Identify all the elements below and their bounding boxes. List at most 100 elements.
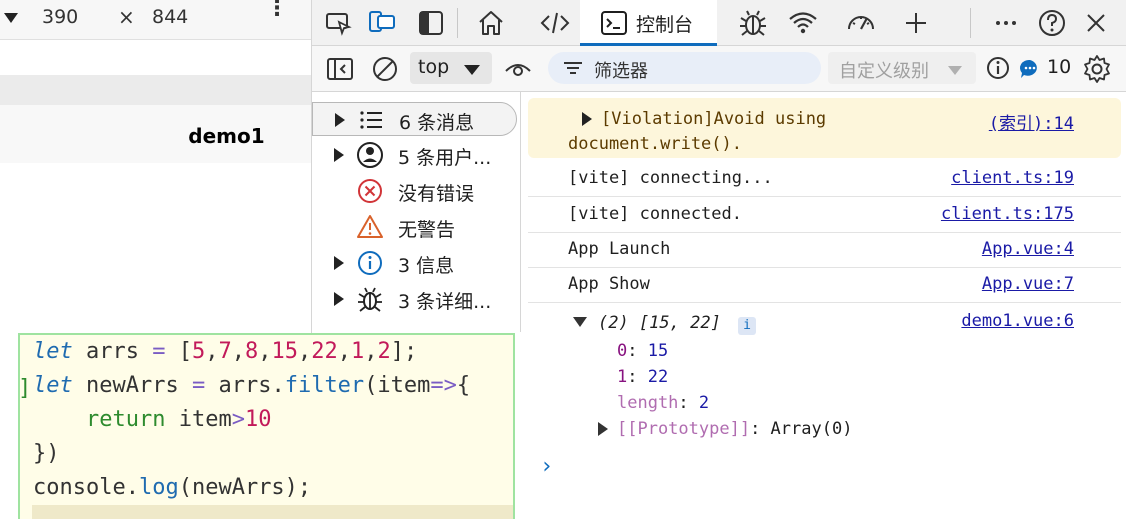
- array-key: length: [617, 393, 679, 413]
- inspect-element-icon[interactable]: [322, 7, 354, 39]
- array-value: 22: [647, 367, 669, 387]
- warning-icon: [356, 213, 384, 241]
- issues-count[interactable]: 10: [1047, 56, 1071, 78]
- status-bar: [0, 75, 311, 105]
- current-line-highlight: [32, 505, 513, 519]
- message-source-link[interactable]: App.vue:7: [982, 274, 1074, 294]
- sidebar-item-label: 无警告: [398, 219, 456, 241]
- sources-bug-icon[interactable]: [737, 7, 769, 39]
- message-source-link[interactable]: App.vue:4: [982, 239, 1074, 259]
- console-message: App Show App.vue:7: [528, 268, 1121, 303]
- device-emulation-icon[interactable]: [366, 7, 398, 39]
- array-key: 1: [617, 367, 628, 387]
- code-line: return item>10: [85, 407, 272, 432]
- message-source-link[interactable]: demo1.vue:6: [961, 311, 1074, 331]
- console-sidebar: 6 条消息 5 条用户... 没有错误 无警告 3 信息 3 条详细...: [312, 92, 521, 332]
- code-snippet-panel: ] let arrs = [5,7,8,15,22,1,2]; let newA…: [18, 333, 515, 519]
- bug-icon: [356, 285, 384, 313]
- issues-chat-icon[interactable]: [1017, 56, 1043, 82]
- dock-side-icon[interactable]: [415, 7, 447, 39]
- tab-console[interactable]: 控制台: [580, 0, 717, 46]
- device-top-spacer: [0, 41, 311, 75]
- live-expression-eye-icon[interactable]: [502, 53, 534, 85]
- message-source-link[interactable]: (索引):14: [989, 109, 1074, 134]
- filter-input-placeholder: 筛选器: [594, 61, 648, 82]
- device-height-input[interactable]: 844: [152, 6, 188, 28]
- prototype-value: Array(0): [770, 419, 853, 439]
- sidebar-item-messages[interactable]: 6 条消息: [312, 102, 517, 136]
- code-line: let newArrs = arrs.filter(item=>{: [33, 373, 471, 398]
- console-message: App Launch App.vue:4: [528, 233, 1121, 268]
- sidebar-item-label: 3 信息: [398, 255, 455, 277]
- sidebar-item-user-messages[interactable]: 5 条用户...: [312, 138, 517, 172]
- devtools-tab-bar: 控制台: [312, 0, 1126, 46]
- console-message-text: App Show: [568, 274, 650, 294]
- user-icon: [356, 141, 384, 169]
- chevron-down-icon: [948, 66, 962, 75]
- more-tools-icon[interactable]: [990, 7, 1022, 39]
- network-wifi-icon[interactable]: [787, 7, 819, 39]
- context-select[interactable]: top: [410, 52, 492, 84]
- message-source-link[interactable]: client.ts:175: [941, 204, 1074, 224]
- chevron-down-icon: [464, 65, 480, 75]
- sidebar-item-label: 3 条详细...: [398, 291, 492, 313]
- sidebar-item-label: 5 条用户...: [398, 147, 492, 169]
- code-line: }): [33, 441, 60, 466]
- message-source-link[interactable]: client.ts:19: [951, 168, 1074, 188]
- close-icon[interactable]: [1080, 7, 1112, 39]
- array-summary[interactable]: (2) [15, 22]: [598, 313, 721, 333]
- console-message: [vite] connected. client.ts:175: [528, 198, 1121, 233]
- console-icon: [598, 7, 630, 39]
- expand-caret-icon[interactable]: [334, 292, 344, 306]
- device-dropdown-arrow[interactable]: [4, 13, 18, 23]
- help-icon[interactable]: [1036, 7, 1068, 39]
- info-icon: [356, 249, 384, 277]
- console-filter-bar: top 筛选器 自定义级别 10: [312, 46, 1126, 92]
- sidebar-item-label: 没有错误: [398, 183, 475, 205]
- prototype-key: [[Prototype]]: [617, 419, 751, 439]
- settings-gear-icon[interactable]: [1081, 53, 1113, 85]
- violation-message[interactable]: [Violation]Avoid using document.write().…: [528, 98, 1121, 158]
- filter-input[interactable]: 筛选器: [548, 52, 821, 84]
- elements-code-icon[interactable]: [539, 7, 571, 39]
- code-line: let arrs = [5,7,8,15,22,1,2];: [33, 339, 418, 364]
- gutter-mark: ]: [18, 376, 32, 401]
- device-more-options-icon[interactable]: ⋮: [266, 0, 288, 20]
- log-level-select[interactable]: 自定义级别: [828, 52, 976, 84]
- console-message-text: [vite] connected.: [568, 204, 742, 224]
- expand-caret-icon[interactable]: [334, 148, 344, 162]
- error-icon: [356, 177, 384, 205]
- device-toolbar: 390 × 844 ⋮: [0, 0, 311, 40]
- expand-caret-icon[interactable]: [335, 113, 345, 127]
- device-width-input[interactable]: 390: [42, 6, 78, 28]
- info-circle-icon[interactable]: [985, 55, 1011, 81]
- add-tab-icon[interactable]: [900, 7, 932, 39]
- sidebar-item-info[interactable]: 3 信息: [312, 246, 517, 280]
- info-badge[interactable]: i: [738, 317, 756, 335]
- tab-console-label: 控制台: [636, 14, 694, 36]
- sidebar-item-verbose[interactable]: 3 条详细...: [312, 282, 517, 316]
- expand-caret-icon[interactable]: [582, 112, 592, 126]
- console-prompt[interactable]: ›: [540, 454, 553, 479]
- sidebar-item-label: 6 条消息: [399, 112, 475, 134]
- console-message-text: [vite] connecting...: [568, 168, 773, 188]
- collapse-caret-icon[interactable]: [573, 317, 587, 327]
- expand-caret-icon[interactable]: [598, 422, 608, 436]
- sidebar-item-warnings[interactable]: 无警告: [312, 210, 517, 244]
- welcome-home-icon[interactable]: [475, 7, 507, 39]
- violation-text-line2: document.write().: [568, 134, 742, 154]
- log-level-value: 自定义级别: [839, 61, 929, 82]
- code-line: console.log(newArrs);: [33, 475, 312, 500]
- expand-caret-icon[interactable]: [334, 256, 344, 270]
- performance-gauge-icon[interactable]: [845, 7, 877, 39]
- dimension-times-sign: ×: [118, 5, 135, 29]
- clear-console-icon[interactable]: [369, 53, 401, 85]
- console-message: [vite] connecting... client.ts:19: [528, 162, 1121, 197]
- toolbar-separator: [457, 8, 458, 38]
- sidebar-toggle-icon[interactable]: [324, 53, 356, 85]
- array-value: 15: [647, 341, 669, 361]
- array-log-entry: (2) [15, 22] i demo1.vue:6 0: 15 1: 22 l…: [528, 307, 1121, 447]
- violation-text-line1: [Violation]Avoid using: [601, 109, 827, 129]
- app-navigation-bar: demo1: [0, 105, 311, 163]
- sidebar-item-errors[interactable]: 没有错误: [312, 174, 517, 208]
